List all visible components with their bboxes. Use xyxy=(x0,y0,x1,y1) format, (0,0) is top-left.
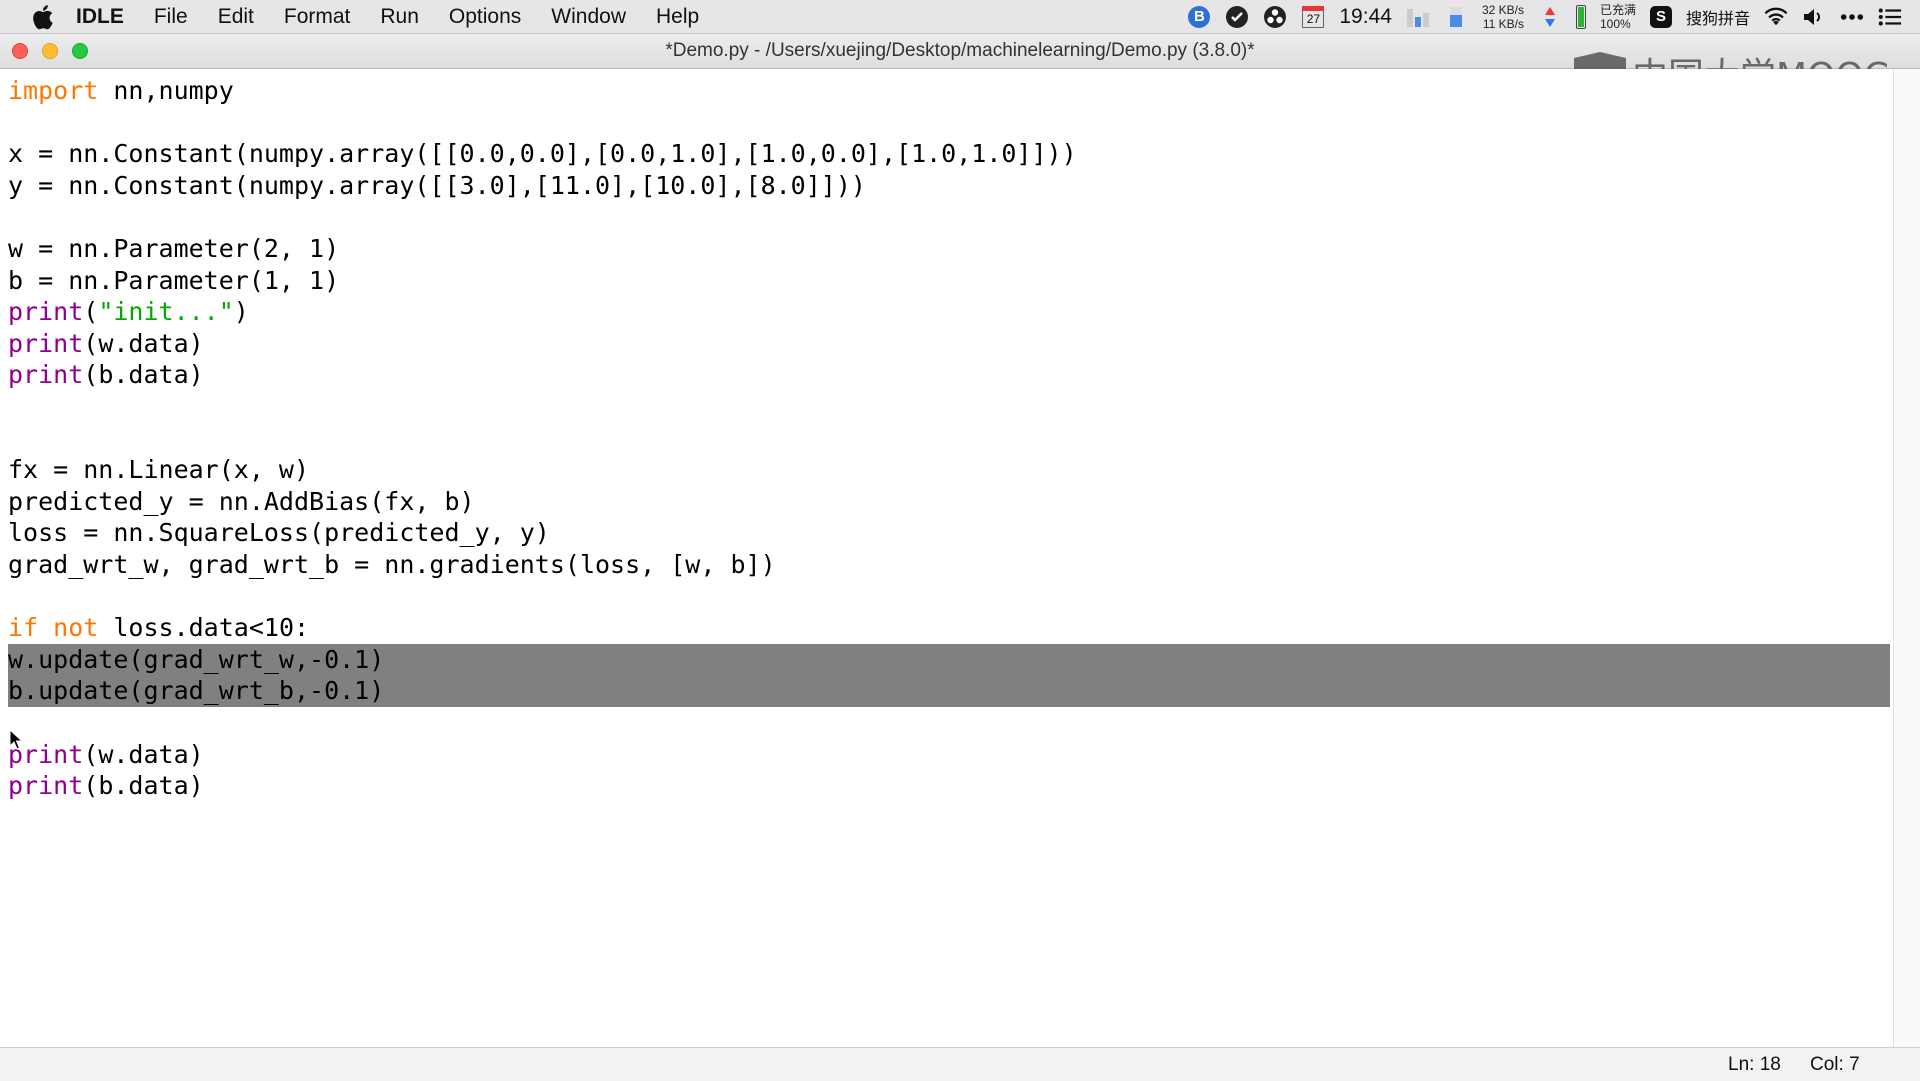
wifi-icon[interactable] xyxy=(1764,5,1788,29)
code-token: print xyxy=(8,297,84,327)
menu-window[interactable]: Window xyxy=(551,5,626,29)
code-token: "init..." xyxy=(98,297,234,327)
code-line[interactable]: y = nn.Constant(numpy.array([[3.0],[11.0… xyxy=(8,170,866,201)
code-token: grad_wrt_w, grad_wrt_b = nn.gradients(lo… xyxy=(8,550,776,579)
more-icon[interactable] xyxy=(1840,5,1864,29)
cpu-meter-icon[interactable] xyxy=(1406,5,1430,29)
code-token: import xyxy=(8,76,99,105)
menu-file[interactable]: File xyxy=(154,5,188,29)
code-line[interactable]: w = nn.Parameter(2, 1) xyxy=(8,233,339,264)
code-token: w.update(grad_wrt_w,-0.1) xyxy=(8,644,385,674)
net-arrows-icon xyxy=(1538,5,1562,29)
net-download: 11 KB/s xyxy=(1482,16,1524,31)
code-token: b.update(grad_wrt_b,-0.1) xyxy=(8,676,385,706)
ime-icon[interactable]: S xyxy=(1649,5,1672,28)
code-line[interactable]: print(b.data) xyxy=(8,770,204,801)
code-line[interactable]: x = nn.Constant(numpy.array([[0.0,0.0],[… xyxy=(8,138,1077,169)
code-token: predicted_y = nn.AddBias(fx, b) xyxy=(8,486,475,516)
status-bar: Ln: 18 Col: 7 xyxy=(0,1047,1920,1081)
menu-edit[interactable]: Edit xyxy=(218,5,254,29)
cursor-line: Ln: 18 xyxy=(1728,1054,1781,1075)
code-line[interactable]: loss = nn.SquareLoss(predicted_y, y) xyxy=(8,517,550,548)
menu-run[interactable]: Run xyxy=(380,5,419,29)
code-token: loss = nn.SquareLoss(predicted_y, y) xyxy=(8,518,550,548)
bluetooth-app-icon[interactable]: B xyxy=(1187,5,1211,29)
code-token: (w.data) xyxy=(83,328,204,358)
code-line[interactable]: b.update(grad_wrt_b,-0.1) xyxy=(8,675,384,706)
code-line[interactable]: w.update(grad_wrt_w,-0.1) xyxy=(8,644,384,675)
menu-help[interactable]: Help xyxy=(656,5,699,29)
code-token: y = nn.Constant(numpy.array([[3.0],[11.0… xyxy=(8,170,866,200)
calendar-day: 27 xyxy=(1302,5,1325,28)
code-line[interactable]: grad_wrt_w, grad_wrt_b = nn.gradients(lo… xyxy=(8,549,776,580)
code-token: (b.data) xyxy=(83,771,204,801)
battery-status[interactable]: 已充满 100% xyxy=(1600,3,1636,31)
code-token: (w.data) xyxy=(83,739,204,769)
net-upload: 32 KB/s xyxy=(1481,2,1524,17)
code-token: not xyxy=(53,613,99,643)
battery-percent: 100% xyxy=(1599,16,1631,31)
calendar-icon[interactable]: 27 xyxy=(1301,5,1325,29)
battery-status-text: 已充满 xyxy=(1599,2,1636,17)
code-token: print xyxy=(8,771,84,801)
code-line[interactable]: b = nn.Parameter(1, 1) xyxy=(8,265,339,296)
bluetooth-app-letter: B xyxy=(1188,5,1211,28)
code-token: print xyxy=(8,360,84,390)
memory-meter-icon[interactable] xyxy=(1444,5,1468,29)
code-line[interactable]: predicted_y = nn.AddBias(fx, b) xyxy=(8,486,475,517)
code-token: nn,numpy xyxy=(98,76,234,105)
code-token: print xyxy=(8,328,84,358)
menu-format[interactable]: Format xyxy=(284,5,351,29)
menu-bar: IDLE File Edit Format Run Options Window… xyxy=(0,0,1920,34)
network-speed[interactable]: 32 KB/s 11 KB/s xyxy=(1482,3,1524,31)
status-menus: B 27 19:44 32 KB/s 11 KB/s 已充满 100% S 搜狗… xyxy=(1187,0,1902,33)
apple-icon[interactable] xyxy=(30,4,56,30)
cursor-column: Col: 7 xyxy=(1810,1054,1860,1075)
code-token: if xyxy=(8,613,39,643)
battery-icon[interactable] xyxy=(1575,4,1586,29)
code-line[interactable]: print("init...") xyxy=(8,296,249,327)
menu-app-name[interactable]: IDLE xyxy=(76,5,124,29)
code-token: x = nn.Constant(numpy.array([[0.0,0.0],[… xyxy=(8,139,1077,169)
code-line[interactable]: if not loss.data<10: xyxy=(8,612,309,643)
code-token: b = nn.Parameter(1, 1) xyxy=(8,265,340,295)
code-line[interactable]: print(b.data) xyxy=(8,359,204,390)
ime-name[interactable]: 搜狗拼音 xyxy=(1686,5,1750,29)
code-token: (b.data) xyxy=(83,360,204,390)
notification-center-icon[interactable] xyxy=(1878,5,1902,29)
code-token: ( xyxy=(83,297,99,327)
checkmark-app-icon[interactable] xyxy=(1225,5,1249,29)
volume-icon[interactable] xyxy=(1802,5,1826,29)
code-token: loss.data<10: xyxy=(98,613,310,643)
code-editor[interactable]: import nn,numpy x = nn.Constant(numpy.arr… xyxy=(0,69,1892,1047)
code-line[interactable]: import nn,numpy xyxy=(8,75,234,106)
code-token: ) xyxy=(233,297,249,327)
code-line[interactable]: print(w.data) xyxy=(8,328,204,359)
code-line[interactable]: fx = nn.Linear(x, w) xyxy=(8,454,309,485)
menu-options[interactable]: Options xyxy=(449,5,521,29)
mouse-pointer-icon xyxy=(9,728,24,756)
code-line[interactable]: print(w.data) xyxy=(8,739,204,770)
vertical-scrollbar[interactable] xyxy=(1893,69,1920,1047)
code-token: fx = nn.Linear(x, w) xyxy=(8,455,310,485)
clock-time[interactable]: 19:44 xyxy=(1339,5,1392,29)
obs-record-icon[interactable] xyxy=(1263,5,1287,29)
code-token: w = nn.Parameter(2, 1) xyxy=(8,234,340,263)
